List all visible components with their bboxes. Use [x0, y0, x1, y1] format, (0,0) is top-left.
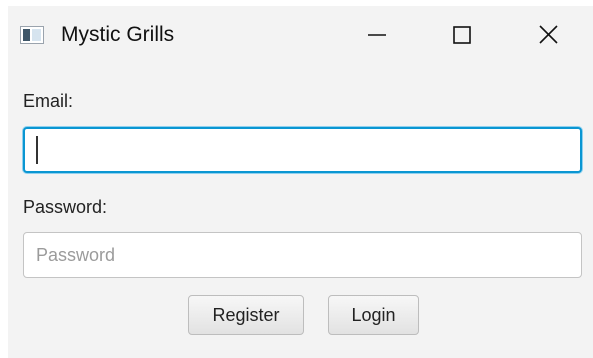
login-window: Mystic Grills Email: Password: Register … — [8, 6, 593, 358]
title-bar[interactable]: Mystic Grills — [8, 6, 593, 58]
app-icon — [20, 26, 44, 44]
email-field[interactable] — [23, 127, 582, 173]
login-button[interactable]: Login — [328, 295, 419, 335]
minimize-button[interactable] — [353, 14, 399, 54]
close-button[interactable] — [526, 14, 572, 54]
window-title: Mystic Grills — [61, 23, 175, 46]
password-label: Password: — [23, 197, 108, 217]
email-label: Email: — [23, 91, 74, 111]
maximize-icon — [453, 26, 471, 44]
maximize-button[interactable] — [438, 14, 484, 54]
text-caret — [36, 136, 38, 164]
close-icon — [539, 25, 558, 44]
register-button[interactable]: Register — [188, 295, 304, 335]
minimize-icon — [368, 34, 386, 36]
password-field[interactable] — [23, 232, 582, 278]
